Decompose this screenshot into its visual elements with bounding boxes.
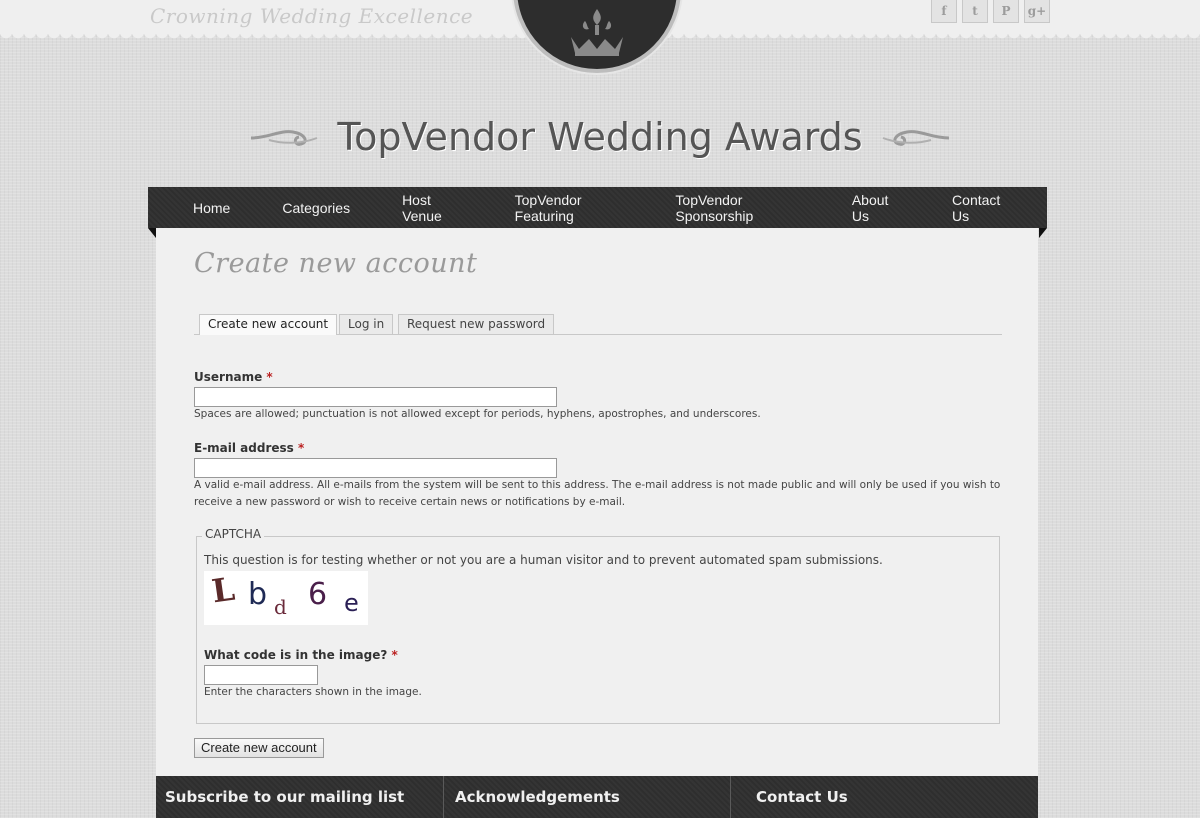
site-title[interactable]: TopVendor Wedding Awards (337, 115, 862, 159)
email-description-line2: receive a new password or wish to receiv… (194, 496, 626, 508)
nav-about-us[interactable]: About Us (852, 192, 900, 224)
social-links: f t P g+ (931, 0, 1050, 23)
captcha-char: 6 (308, 577, 328, 612)
footer-mailing-list-heading: Subscribe to our mailing list (165, 788, 405, 806)
captcha-char: d (274, 595, 287, 619)
username-label-text: Username (194, 370, 263, 384)
main-nav: Home Categories Host Venue TopVendor Fea… (148, 187, 1047, 228)
google-plus-icon[interactable]: g+ (1024, 0, 1050, 23)
footer: Subscribe to our mailing list Acknowledg… (156, 776, 1038, 818)
account-tabs: Create new account Log in Request new pa… (194, 314, 1002, 335)
captcha-intro: This question is for testing whether or … (204, 553, 883, 567)
captcha-label-text: What code is in the image? (204, 648, 388, 662)
nav-contact-us[interactable]: Contact Us (952, 192, 1010, 224)
content-panel: Create new account Create new account Lo… (156, 228, 1038, 776)
nav-host-venue[interactable]: Host Venue (402, 192, 463, 224)
required-mark: * (298, 441, 305, 455)
site-tagline: Crowning Wedding Excellence (150, 4, 474, 28)
email-description-line1: A valid e-mail address. All e-mails from… (194, 479, 1001, 491)
nav-fold-right (1039, 228, 1047, 238)
captcha-image: L b d 6 e (204, 569, 368, 625)
nav-fold-left (148, 228, 156, 238)
tab-create-account[interactable]: Create new account (199, 314, 338, 335)
captcha-char: b (248, 577, 268, 612)
right-swirl-icon (882, 130, 949, 146)
username-label: Username * (194, 370, 273, 384)
email-label-text: E-mail address (194, 441, 294, 455)
page-title: Create new account (194, 248, 478, 279)
captcha-input[interactable] (204, 665, 318, 685)
site-header: TopVendor Wedding Awards (0, 110, 1200, 164)
captcha-char: e (344, 589, 359, 617)
captcha-char: L (209, 569, 238, 611)
nav-topvendor-sponsorship[interactable]: TopVendor Sponsorship (675, 192, 799, 224)
create-account-button[interactable]: Create new account (194, 738, 324, 758)
tab-request-password[interactable]: Request new password (398, 314, 555, 334)
pinterest-icon[interactable]: P (993, 0, 1019, 23)
facebook-icon[interactable]: f (931, 0, 957, 23)
required-mark: * (391, 648, 398, 662)
footer-divider (730, 776, 731, 818)
crown-icon (571, 9, 623, 56)
username-input[interactable] (194, 387, 557, 407)
email-label: E-mail address * (194, 441, 304, 455)
left-swirl-icon (251, 130, 318, 146)
nav-topvendor-featuring[interactable]: TopVendor Featuring (515, 192, 624, 224)
footer-contact-heading: Contact Us (756, 788, 848, 806)
tab-log-in[interactable]: Log in (339, 314, 394, 334)
username-description: Spaces are allowed; punctuation is not a… (194, 408, 761, 420)
required-mark: * (266, 370, 273, 384)
captcha-description: Enter the characters shown in the image. (204, 686, 422, 698)
twitter-icon[interactable]: t (962, 0, 988, 23)
captcha-question-label: What code is in the image? * (204, 648, 398, 662)
footer-divider (443, 776, 444, 818)
footer-acknowledgements-heading: Acknowledgements (455, 788, 620, 806)
email-input[interactable] (194, 458, 557, 478)
captcha-legend: CAPTCHA (202, 527, 265, 541)
crown-logo[interactable] (513, 0, 681, 73)
nav-categories[interactable]: Categories (282, 200, 350, 216)
nav-home[interactable]: Home (193, 200, 230, 216)
